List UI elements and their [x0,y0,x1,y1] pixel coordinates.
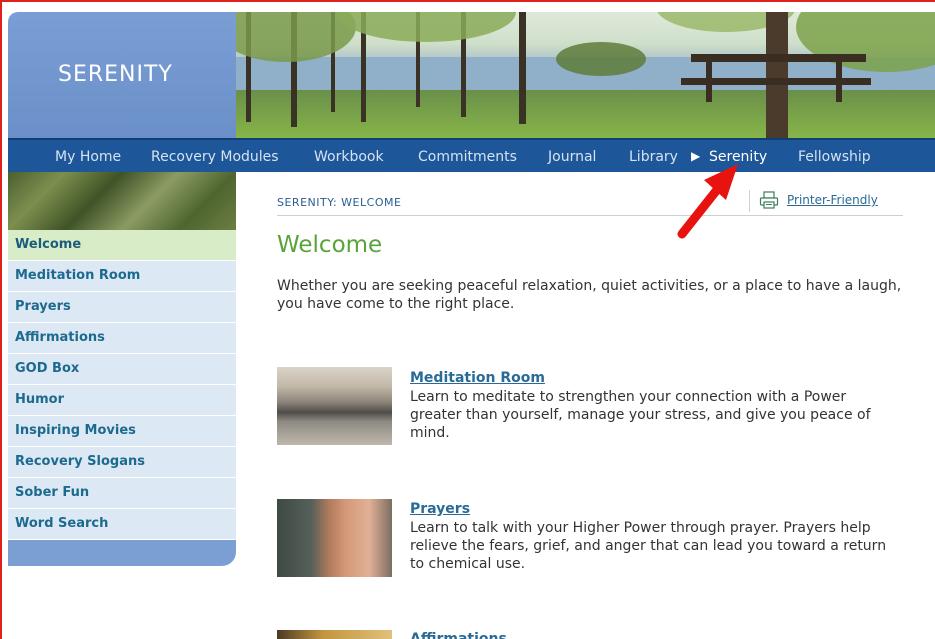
header-banner-image [236,12,935,138]
nav-item-fellowship[interactable]: Fellowship [798,149,871,165]
sidebar-item-god-box[interactable]: GOD Box [8,354,236,385]
divider [749,190,750,212]
printer-icon[interactable] [759,191,779,209]
sidebar-item-affirmations[interactable]: Affirmations [8,323,236,354]
sidebar-photo [8,172,236,230]
meditation-room-description: Learn to meditate to strengthen your con… [410,389,871,441]
sidebar-item-welcome[interactable]: Welcome [8,230,236,261]
sidebar-item-recovery-slogans[interactable]: Recovery Slogans [8,447,236,478]
meditation-room-link[interactable]: Meditation Room [410,370,545,386]
sidebar-item-sober-fun[interactable]: Sober Fun [8,478,236,509]
prayers-image[interactable] [277,499,392,577]
sidebar-item-prayers[interactable]: Prayers [8,292,236,323]
page-title: Welcome [277,232,383,258]
breadcrumb-divider [277,215,903,216]
nav-item-my-home[interactable]: My Home [55,149,121,165]
sidebar-item-humor[interactable]: Humor [8,385,236,416]
site-logo[interactable]: SERENITY [8,12,236,138]
sidebar-menu: Welcome Meditation Room Prayers Affirmat… [8,230,236,566]
sidebar-footer [8,540,236,566]
nav-item-commitments[interactable]: Commitments [418,149,517,165]
intro-text: Whether you are seeking peaceful relaxat… [277,278,902,312]
sidebar-item-meditation-room[interactable]: Meditation Room [8,261,236,292]
printer-friendly-link[interactable]: Printer-Friendly [787,193,878,207]
affirmations-link[interactable]: Affirmations [410,631,507,639]
prayers-description: Learn to talk with your Higher Power thr… [410,520,887,572]
affirmations-image[interactable] [277,630,392,639]
meditation-room-image[interactable] [277,367,392,445]
annotation-arrow-icon [677,164,738,239]
sidebar-item-word-search[interactable]: Word Search [8,509,236,540]
nav-item-journal[interactable]: Journal [548,149,596,165]
sidebar-item-inspiring-movies[interactable]: Inspiring Movies [8,416,236,447]
breadcrumb: SERENITY: WELCOME [277,196,402,209]
nav-item-workbook[interactable]: Workbook [314,149,384,165]
logo-text: SERENITY [58,62,173,87]
main-nav: My Home Recovery Modules Workbook Commit… [8,138,935,172]
nav-item-recovery-modules[interactable]: Recovery Modules [151,149,279,165]
prayers-link[interactable]: Prayers [410,501,470,517]
